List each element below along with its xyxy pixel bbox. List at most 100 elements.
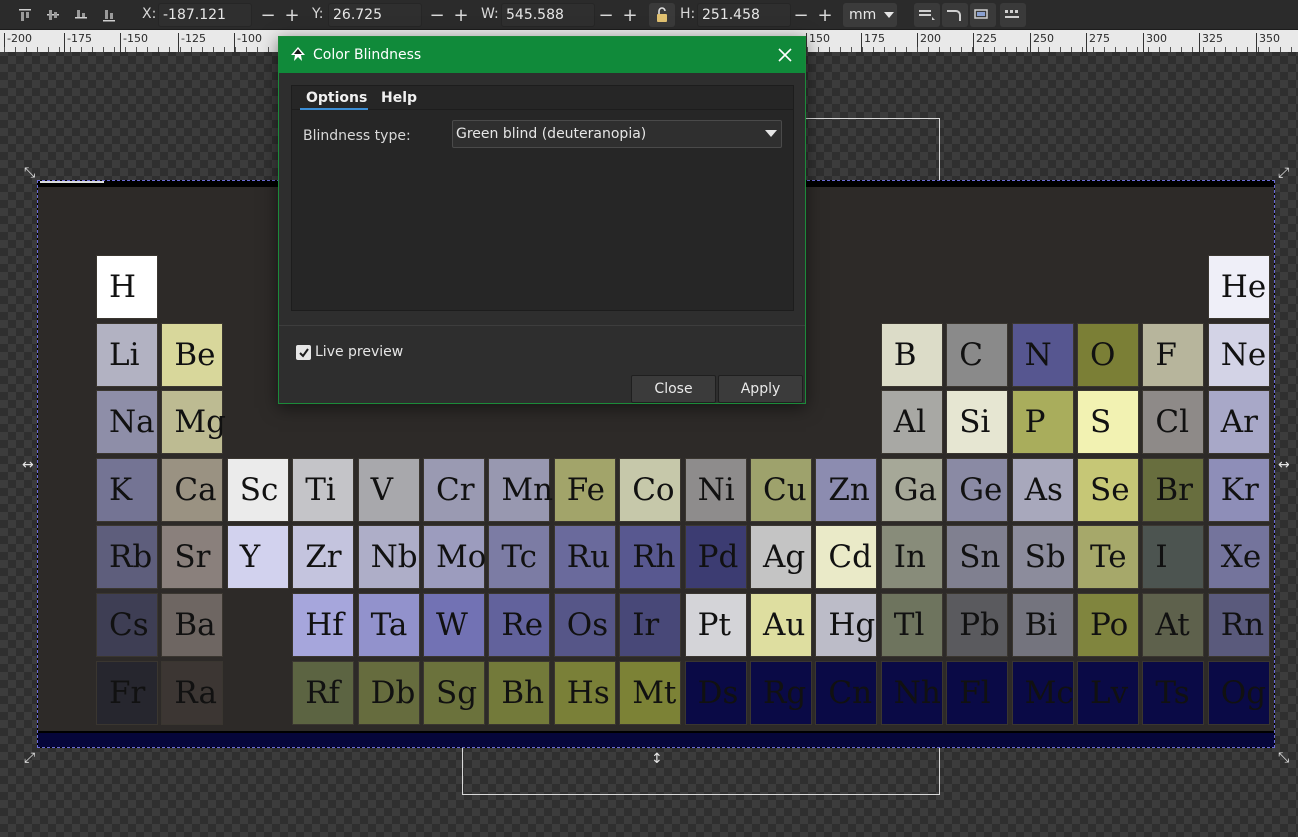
element-tile-cs[interactable]: Cs	[96, 593, 158, 657]
element-tile-p[interactable]: P	[1011, 390, 1074, 455]
element-tile-hg[interactable]: Hg	[815, 593, 878, 657]
element-tile-db[interactable]: Db	[357, 660, 420, 725]
tab-help[interactable]: Help	[381, 90, 417, 106]
element-tile-ag[interactable]: Ag	[750, 525, 812, 590]
transform-patterns-icon[interactable]	[1000, 3, 1026, 27]
element-tile-li[interactable]: Li	[96, 322, 158, 387]
element-tile-rg[interactable]: Rg	[750, 660, 812, 725]
element-tile-at[interactable]: At	[1142, 593, 1205, 657]
element-tile-be[interactable]: Be	[161, 322, 224, 387]
element-tile-cn[interactable]: Cn	[815, 660, 878, 725]
scale-handle-bottom-right-icon[interactable]: ⤡	[1278, 751, 1289, 765]
scale-handle-top-right-icon[interactable]: ⤢	[1278, 166, 1289, 180]
element-tile-sb[interactable]: Sb	[1011, 525, 1074, 590]
element-tile-re[interactable]: Re	[488, 593, 551, 657]
element-tile-rf[interactable]: Rf	[292, 660, 355, 725]
x-decrement-button[interactable]: −	[257, 3, 279, 27]
element-tile-zn[interactable]: Zn	[815, 457, 878, 522]
element-tile-mn[interactable]: Mn	[488, 457, 553, 522]
element-tile-rb[interactable]: Rb	[96, 525, 158, 590]
element-tile-v[interactable]: V	[357, 457, 420, 522]
y-increment-button[interactable]: +	[450, 3, 472, 27]
element-tile-y[interactable]: Y	[226, 525, 289, 590]
element-tile-kr[interactable]: Kr	[1207, 457, 1270, 522]
element-tile-pd[interactable]: Pd	[684, 525, 747, 590]
element-tile-ca[interactable]: Ca	[161, 457, 224, 522]
live-preview-label[interactable]: Live preview	[315, 344, 403, 360]
close-icon[interactable]	[775, 45, 795, 65]
align-top-icon[interactable]	[12, 3, 38, 27]
blindness-type-dropdown[interactable]: Green blind (deuteranopia)	[452, 120, 782, 148]
scale-handle-bottom-left-icon[interactable]: ⤢	[24, 751, 35, 765]
element-tile-ge[interactable]: Ge	[946, 457, 1009, 522]
element-tile-in[interactable]: In	[880, 525, 943, 590]
element-tile-n[interactable]: N	[1011, 322, 1074, 387]
scale-handle-left-icon[interactable]: ↔	[22, 458, 34, 472]
element-tile-sr[interactable]: Sr	[161, 525, 224, 590]
element-tile-rh[interactable]: Rh	[619, 525, 682, 590]
element-tile-ti[interactable]: Ti	[292, 457, 355, 522]
element-tile-w[interactable]: W	[423, 593, 485, 657]
x-coordinate-field[interactable]: -187.121	[158, 3, 252, 27]
element-tile-al[interactable]: Al	[880, 390, 943, 455]
align-center-icon[interactable]	[40, 3, 66, 27]
transform-gradients-icon[interactable]	[970, 3, 996, 27]
w-decrement-button[interactable]: −	[595, 3, 617, 27]
element-tile-ts[interactable]: Ts	[1142, 660, 1205, 725]
element-tile-ru[interactable]: Ru	[553, 525, 616, 590]
element-tile-b[interactable]: B	[880, 322, 943, 387]
apply-button[interactable]: Apply	[718, 375, 803, 403]
element-tile-k[interactable]: K	[96, 457, 158, 522]
element-tile-nb[interactable]: Nb	[357, 525, 420, 590]
element-tile-zr[interactable]: Zr	[292, 525, 355, 590]
element-tile-o[interactable]: O	[1077, 322, 1139, 387]
scale-handle-bottom-icon[interactable]: ↕	[651, 752, 663, 766]
element-tile-se[interactable]: Se	[1077, 457, 1139, 522]
element-tile-ar[interactable]: Ar	[1207, 390, 1270, 455]
element-tile-te[interactable]: Te	[1077, 525, 1139, 590]
element-tile-fl[interactable]: Fl	[946, 660, 1009, 725]
element-tile-mt[interactable]: Mt	[619, 660, 682, 725]
element-tile-cd[interactable]: Cd	[815, 525, 878, 590]
element-tile-ds[interactable]: Ds	[684, 660, 747, 725]
element-tile-os[interactable]: Os	[553, 593, 616, 657]
element-tile-og[interactable]: Og	[1207, 660, 1270, 725]
element-tile-bi[interactable]: Bi	[1011, 593, 1074, 657]
element-tile-h[interactable]: H	[96, 255, 158, 319]
element-tile-co[interactable]: Co	[619, 457, 682, 522]
live-preview-checkbox[interactable]	[296, 345, 311, 360]
element-tile-cl[interactable]: Cl	[1142, 390, 1205, 455]
element-tile-ir[interactable]: Ir	[619, 593, 682, 657]
element-tile-fe[interactable]: Fe	[553, 457, 616, 522]
x-increment-button[interactable]: +	[281, 3, 303, 27]
scale-handle-right-icon[interactable]: ↔	[1278, 458, 1290, 472]
h-decrement-button[interactable]: −	[790, 3, 812, 27]
w-increment-button[interactable]: +	[619, 3, 641, 27]
height-field[interactable]: 251.458	[697, 3, 791, 27]
scale-handle-top-left-icon[interactable]: ⤡	[24, 166, 35, 180]
element-tile-i[interactable]: I	[1142, 525, 1205, 590]
element-tile-cr[interactable]: Cr	[423, 457, 485, 522]
element-tile-ni[interactable]: Ni	[684, 457, 747, 522]
element-tile-cu[interactable]: Cu	[750, 457, 812, 522]
dialog-title-bar[interactable]: Color Blindness	[279, 37, 805, 73]
element-tile-s[interactable]: S	[1077, 390, 1139, 455]
width-field[interactable]: 545.588	[501, 3, 595, 27]
element-tile-mc[interactable]: Mc	[1011, 660, 1074, 725]
scale-stroke-icon[interactable]	[914, 3, 940, 27]
element-tile-ga[interactable]: Ga	[880, 457, 943, 522]
element-tile-mg[interactable]: Mg	[161, 390, 226, 455]
element-tile-f[interactable]: F	[1142, 322, 1205, 387]
y-coordinate-field[interactable]: 26.725	[328, 3, 422, 27]
element-tile-ta[interactable]: Ta	[357, 593, 420, 657]
element-tile-pt[interactable]: Pt	[684, 593, 747, 657]
element-tile-hf[interactable]: Hf	[292, 593, 355, 657]
y-decrement-button[interactable]: −	[426, 3, 448, 27]
element-tile-xe[interactable]: Xe	[1207, 525, 1270, 590]
element-tile-mo[interactable]: Mo	[423, 525, 486, 590]
element-tile-bh[interactable]: Bh	[488, 660, 551, 725]
element-tile-sn[interactable]: Sn	[946, 525, 1009, 590]
close-button[interactable]: Close	[631, 375, 716, 403]
lock-icon[interactable]	[649, 3, 675, 27]
element-tile-nh[interactable]: Nh	[880, 660, 943, 725]
